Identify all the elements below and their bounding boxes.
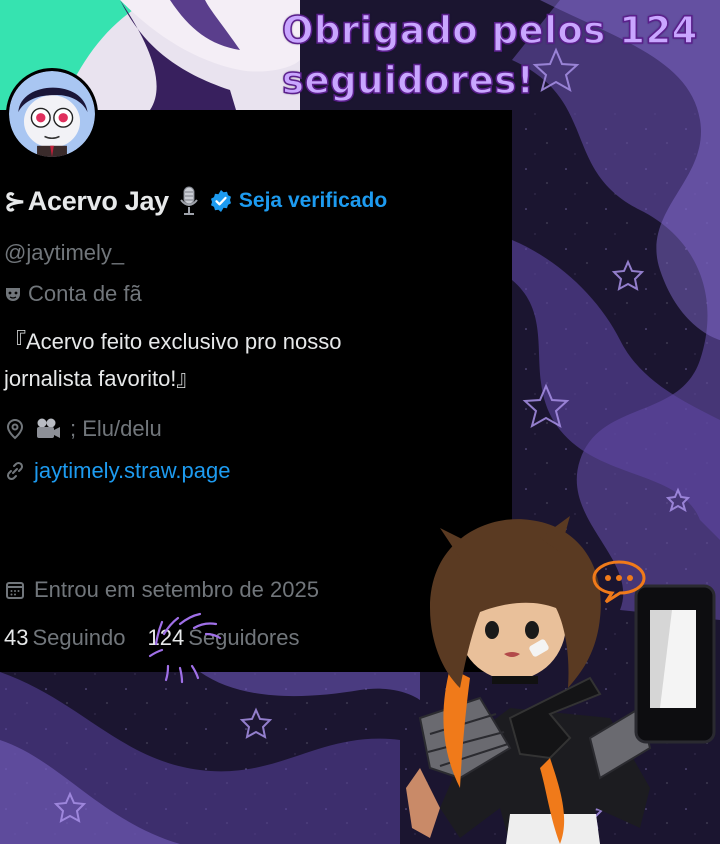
- bio-line-1: 『Acervo feito exclusivo pro nosso: [4, 329, 342, 354]
- followers-label: Seguidores: [188, 625, 300, 650]
- following-label: Seguindo: [32, 625, 126, 650]
- headline-line-2: seguidores!: [281, 58, 535, 103]
- profile-avatar[interactable]: [6, 68, 98, 160]
- verified-badge-icon[interactable]: [209, 189, 233, 213]
- display-name: Acervo Jay: [27, 185, 169, 216]
- profile-website: jaytimely.straw.page: [4, 458, 230, 484]
- theater-mask-icon: [4, 285, 22, 303]
- category-label: Conta de fã: [28, 281, 142, 306]
- map-pin-icon: [4, 418, 26, 440]
- followers-link[interactable]: 124 Seguidores: [147, 625, 299, 651]
- location-text: ; Elu/delu: [70, 416, 162, 441]
- profile-join-date: Entrou em setembro de 2025: [4, 577, 319, 603]
- speech-bubble-icon: [592, 560, 646, 604]
- microphone-icon: [177, 186, 201, 216]
- headline-line-1: Obrigado pelos 124: [281, 8, 698, 53]
- profile-location: ; Elu/delu: [4, 416, 162, 442]
- get-verified-link[interactable]: Seja verificado: [239, 189, 387, 213]
- name-prefix: ⊱: [4, 185, 26, 216]
- calendar-icon: [4, 579, 26, 601]
- profile-bio: 『Acervo feito exclusivo pro nosso jornal…: [4, 323, 464, 397]
- follow-stats: 43 Seguindo 124 Seguidores: [4, 625, 300, 651]
- joined-text: Entrou em setembro de 2025: [34, 577, 319, 602]
- phone-illustration: [634, 584, 716, 744]
- thank-you-headline: Obrigado pelos 124 seguidores!: [281, 6, 712, 106]
- profile-name-row: ⊱ Acervo Jay Seja verificado: [4, 183, 387, 219]
- bio-line-2: jornalista favorito!』: [4, 366, 199, 391]
- website-link[interactable]: jaytimely.straw.page: [34, 458, 230, 484]
- following-count: 43: [4, 625, 29, 650]
- profile-category: Conta de fã: [4, 281, 142, 307]
- avatar-illustration: [9, 71, 95, 157]
- link-icon: [4, 460, 26, 482]
- movie-camera-icon: [34, 417, 62, 441]
- profile-handle: @jaytimely_: [4, 240, 125, 265]
- following-link[interactable]: 43 Seguindo: [4, 625, 125, 651]
- followers-count: 124: [147, 625, 185, 650]
